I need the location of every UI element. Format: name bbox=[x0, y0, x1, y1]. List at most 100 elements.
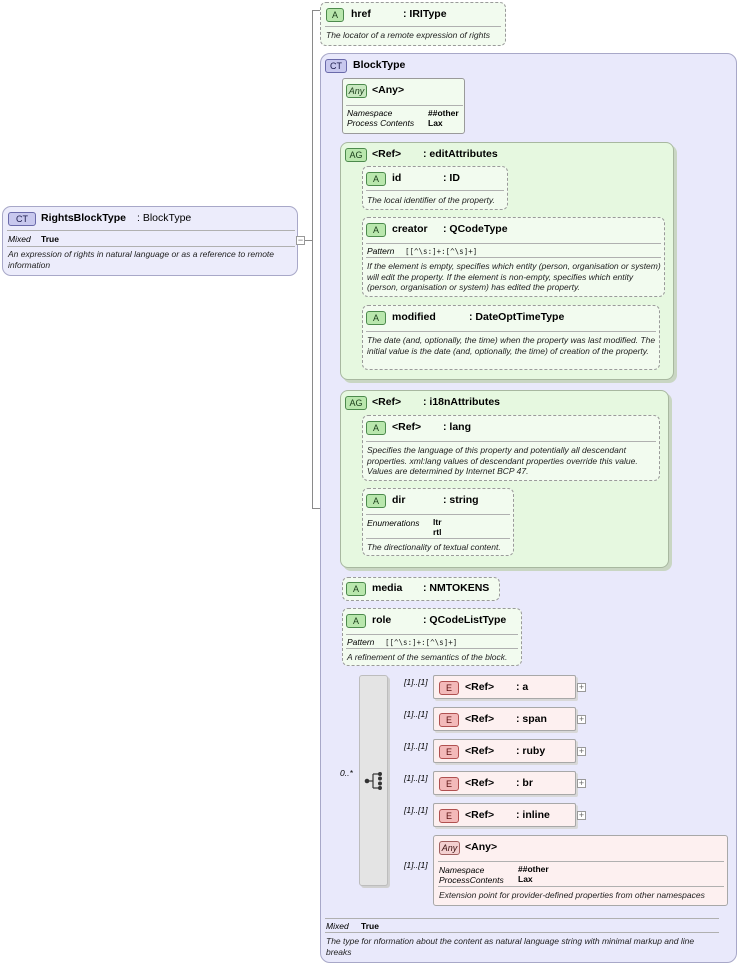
element-cardinality: [1]..[1] bbox=[404, 805, 428, 815]
divider bbox=[366, 441, 656, 442]
attribute-type: : NMTOKENS bbox=[423, 582, 490, 594]
divider bbox=[366, 538, 510, 539]
divider bbox=[438, 861, 724, 862]
process-contents-value: Lax bbox=[428, 118, 443, 128]
element-description: Extension point for provider-defined pro… bbox=[439, 890, 705, 900]
dir-attribute[interactable]: A dir : string Enumerations ltr rtl The … bbox=[362, 488, 514, 556]
element-span[interactable]: E <Ref> : span bbox=[433, 707, 576, 731]
mixed-value: True bbox=[361, 921, 379, 931]
element-icon: E bbox=[439, 745, 459, 759]
attribute-type: : DateOptTimeType bbox=[469, 311, 565, 323]
element-inline[interactable]: E <Ref> : inline bbox=[433, 803, 576, 827]
any-attribute[interactable]: Any <Any> Namespace ##other Process Cont… bbox=[342, 78, 465, 134]
element-icon: E bbox=[439, 713, 459, 727]
complex-type-icon: CT bbox=[325, 59, 347, 73]
element-ref: <Ref> bbox=[465, 713, 495, 725]
attribute-type: : QCodeListType bbox=[423, 614, 507, 626]
element-cardinality: [1]..[1] bbox=[404, 860, 428, 870]
divider bbox=[325, 918, 719, 919]
group-ref: <Ref> bbox=[372, 396, 402, 408]
any-element[interactable]: Any <Any> Namespace ##other ProcessConte… bbox=[433, 835, 728, 906]
attribute-name: modified bbox=[392, 311, 436, 323]
attribute-icon: A bbox=[346, 614, 366, 628]
node-description: An expression of rights in natural langu… bbox=[8, 249, 275, 270]
element-name: : ruby bbox=[516, 745, 546, 757]
expand-icon[interactable]: + bbox=[577, 683, 586, 692]
mixed-label: Mixed bbox=[8, 234, 31, 244]
id-attribute[interactable]: A id : ID The local identifier of the pr… bbox=[362, 166, 508, 210]
node-title: RightsBlockType bbox=[41, 212, 126, 224]
lang-attribute[interactable]: A <Ref> : lang Specifies the language of… bbox=[362, 415, 660, 481]
element-name: : inline bbox=[516, 809, 550, 821]
process-contents-label: ProcessContents bbox=[439, 875, 504, 885]
attribute-name: media bbox=[372, 582, 403, 594]
collapse-toggle-icon[interactable]: − bbox=[296, 236, 305, 245]
divider bbox=[366, 243, 661, 244]
namespace-value: ##other bbox=[428, 108, 459, 118]
expand-icon[interactable]: + bbox=[577, 779, 586, 788]
mixed-label: Mixed bbox=[326, 921, 349, 931]
element-a[interactable]: E <Ref> : a bbox=[433, 675, 576, 699]
divider bbox=[7, 230, 295, 231]
connector bbox=[312, 10, 313, 508]
process-contents-value: Lax bbox=[518, 874, 533, 884]
attribute-icon: A bbox=[326, 8, 344, 22]
element-ref: <Ref> bbox=[465, 777, 495, 789]
divider bbox=[346, 648, 518, 649]
attribute-icon: A bbox=[366, 172, 386, 186]
element-name: : span bbox=[516, 713, 547, 725]
divider bbox=[346, 634, 518, 635]
modified-attribute[interactable]: A modified : DateOptTimeType The date (a… bbox=[362, 305, 660, 370]
divider bbox=[366, 331, 656, 332]
group-ref: <Ref> bbox=[372, 148, 402, 160]
divider bbox=[366, 257, 661, 258]
element-br[interactable]: E <Ref> : br bbox=[433, 771, 576, 795]
attribute-type: : string bbox=[443, 494, 479, 506]
expand-icon[interactable]: + bbox=[577, 747, 586, 756]
enumeration-value: ltr bbox=[433, 517, 442, 527]
process-contents-label: Process Contents bbox=[347, 118, 415, 128]
attribute-description: The locator of a remote expression of ri… bbox=[326, 30, 490, 40]
attribute-name: <Any> bbox=[372, 84, 405, 96]
divider bbox=[7, 246, 295, 247]
expand-icon[interactable]: + bbox=[577, 811, 586, 820]
media-attribute[interactable]: A media : NMTOKENS bbox=[342, 577, 500, 601]
attribute-description: A refinement of the semantics of the blo… bbox=[347, 652, 508, 662]
pattern-value: [[^\s:]+:[^\s]+] bbox=[385, 638, 458, 647]
namespace-label: Namespace bbox=[439, 865, 485, 875]
attribute-type: : QCodeType bbox=[443, 223, 508, 235]
element-cardinality: [1]..[1] bbox=[404, 709, 428, 719]
element-cardinality: [1]..[1] bbox=[404, 741, 428, 751]
rightsblocktype-node[interactable]: CT RightsBlockType : BlockType Mixed Tru… bbox=[2, 206, 298, 276]
enumeration-value: rtl bbox=[433, 527, 442, 537]
href-attribute[interactable]: A href : IRIType The locator of a remote… bbox=[320, 2, 506, 46]
choice-compositor[interactable] bbox=[359, 675, 388, 886]
element-ruby[interactable]: E <Ref> : ruby bbox=[433, 739, 576, 763]
namespace-label: Namespace bbox=[347, 108, 393, 118]
attribute-description: The directionality of textual content. bbox=[367, 542, 501, 552]
pattern-label: Pattern bbox=[367, 246, 395, 256]
role-attribute[interactable]: A role : QCodeListType Pattern [[^\s:]+:… bbox=[342, 608, 522, 666]
expand-icon[interactable]: + bbox=[577, 715, 586, 724]
attribute-ref: <Ref> bbox=[392, 421, 422, 433]
choice-icon bbox=[364, 772, 382, 790]
attribute-icon: A bbox=[366, 494, 386, 508]
attribute-icon: A bbox=[366, 421, 386, 435]
divider bbox=[346, 105, 463, 106]
divider bbox=[325, 932, 719, 933]
element-icon: E bbox=[439, 777, 459, 791]
pattern-value: [[^\s:]+:[^\s]+] bbox=[405, 247, 478, 256]
element-cardinality: [1]..[1] bbox=[404, 677, 428, 687]
divider bbox=[366, 190, 504, 191]
choice-cardinality: 0..* bbox=[340, 768, 353, 778]
creator-attribute[interactable]: A creator : QCodeType Pattern [[^\s:]+:[… bbox=[362, 217, 665, 297]
attribute-name: id bbox=[392, 172, 402, 184]
element-cardinality: [1]..[1] bbox=[404, 773, 428, 783]
attribute-name: creator bbox=[392, 223, 428, 235]
pattern-label: Pattern bbox=[347, 637, 375, 647]
node-title: BlockType bbox=[353, 59, 406, 71]
divider bbox=[325, 26, 501, 27]
element-name: <Any> bbox=[465, 841, 498, 853]
element-ref: <Ref> bbox=[465, 681, 495, 693]
attribute-group-icon: AG bbox=[345, 148, 367, 162]
